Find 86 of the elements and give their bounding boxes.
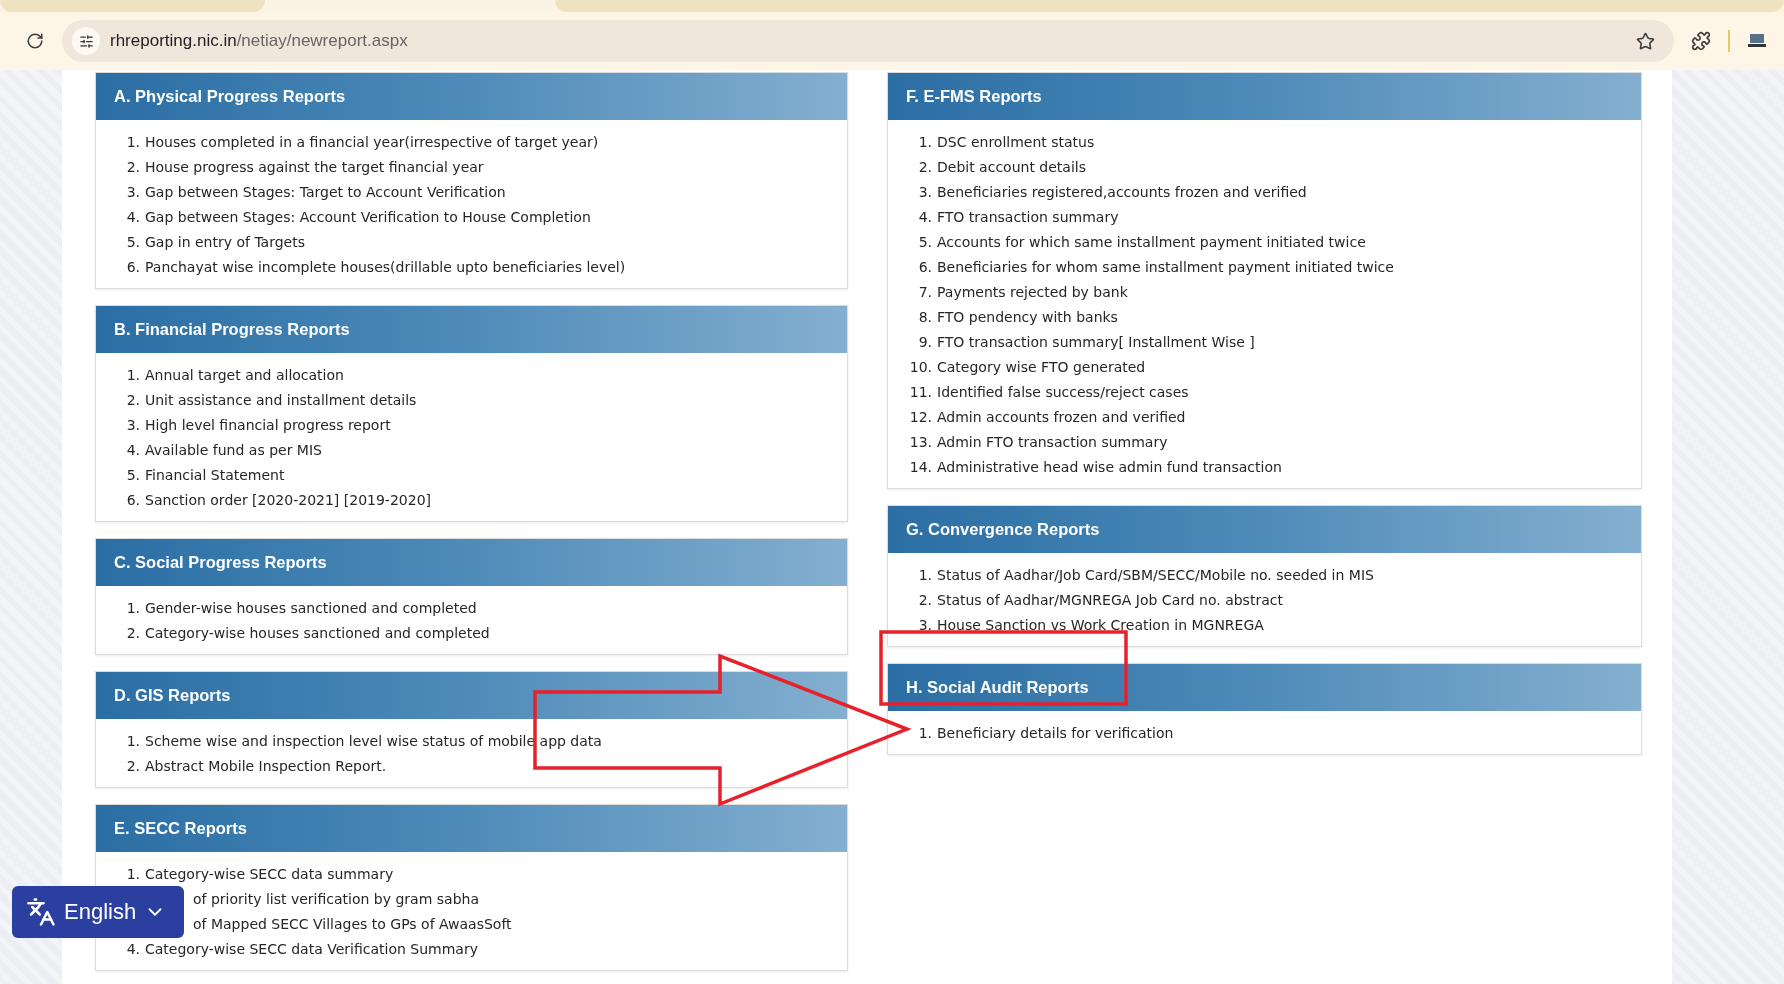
- report-link[interactable]: Accounts for which same installment payment initiated twice: [937, 233, 1366, 250]
- section-header: B. Financial Progress Reports: [96, 306, 847, 353]
- report-link[interactable]: FTO transaction summary[ Installment Wise ]: [937, 333, 1255, 350]
- item-number: 5.: [125, 233, 141, 250]
- item-number: 9.: [917, 333, 933, 350]
- item-number: 8.: [917, 308, 933, 325]
- report-link[interactable]: Status of Aadhar/MGNREGA Job Card no. abstract: [937, 591, 1283, 608]
- item-number: 6.: [917, 258, 933, 275]
- report-link[interactable]: Gap between Stages: Account Verification to House Completion: [145, 208, 591, 225]
- report-link[interactable]: Beneficiary details for verification: [937, 724, 1174, 741]
- report-link[interactable]: Administrative head wise admin fund transaction: [937, 458, 1282, 475]
- report-link[interactable]: Admin accounts frozen and verified: [937, 408, 1186, 425]
- item-number: 2.: [125, 391, 141, 408]
- report-link[interactable]: Admin FTO transaction summary: [937, 433, 1168, 450]
- report-link[interactable]: Category wise FTO generated: [937, 358, 1146, 375]
- report-link[interactable]: Abstract Mobile Inspection Report.: [145, 757, 387, 774]
- item-number: 2.: [125, 158, 141, 175]
- report-link[interactable]: Status of Aadhar/Job Card/SBM/SECC/Mobile no. seeded in MIS: [937, 566, 1374, 583]
- item-number: 3.: [125, 416, 141, 433]
- report-link[interactable]: Unit assistance and installment details: [145, 391, 417, 408]
- report-link[interactable]: Sanction order [2020-2021] [2019-2020]: [145, 491, 431, 508]
- report-link[interactable]: House progress against the target financial year: [145, 158, 484, 175]
- report-link[interactable]: FTO pendency with banks: [937, 308, 1118, 325]
- section-header: A. Physical Progress Reports: [96, 73, 847, 120]
- item-number: 6.: [125, 491, 141, 508]
- section-header: F. E-FMS Reports: [888, 73, 1641, 120]
- item-number: 14.: [908, 458, 933, 475]
- address-bar[interactable]: rhreporting.nic.in/netiay/newreport.aspx: [62, 20, 1674, 62]
- report-link[interactable]: Available fund as per MIS: [145, 441, 322, 458]
- section-header: G. Convergence Reports: [888, 506, 1641, 553]
- report-link[interactable]: Gap in entry of Targets: [145, 233, 305, 250]
- item-number: 3.: [917, 183, 933, 200]
- language-button[interactable]: English: [12, 886, 184, 938]
- item-number: 4.: [917, 208, 933, 225]
- report-link[interactable]: High level financial progress report: [145, 416, 391, 433]
- report-link[interactable]: Beneficiaries registered,accounts frozen and verified: [937, 183, 1307, 200]
- translate-icon: [26, 897, 56, 927]
- report-link[interactable]: Category-wise SECC data Verification Summary: [145, 940, 478, 957]
- item-number: 11.: [908, 383, 933, 400]
- item-number: 1.: [917, 133, 933, 150]
- item-number: 4.: [125, 208, 141, 225]
- url-text: rhreporting.nic.in/netiay/newreport.aspx: [110, 31, 409, 51]
- section-header: C. Social Progress Reports: [96, 539, 847, 586]
- item-number: 3.: [125, 183, 141, 200]
- report-link[interactable]: Panchayat wise incomplete houses(drillable upto beneficiaries level): [145, 258, 626, 275]
- item-number: 6.: [125, 258, 141, 275]
- item-number: 1.: [125, 732, 141, 749]
- item-number: 1.: [125, 366, 141, 383]
- item-number: 13.: [908, 433, 933, 450]
- item-number: 4.: [125, 441, 141, 458]
- item-number: 1.: [125, 133, 141, 150]
- item-number: 1.: [125, 599, 141, 616]
- item-number: 10.: [908, 358, 933, 375]
- report-link[interactable]: Beneficiaries for whom same installment payment initiated twice: [937, 258, 1394, 275]
- item-number: 2.: [125, 624, 141, 641]
- section-header: D. GIS Reports: [96, 672, 847, 719]
- item-number: 2.: [125, 757, 141, 774]
- report-link[interactable]: Annual target and allocation: [145, 366, 344, 383]
- section-header: H. Social Audit Reports: [888, 664, 1641, 711]
- report-link[interactable]: of Mapped SECC Villages to GPs of AwaasSoft: [193, 915, 512, 932]
- report-link[interactable]: Financial Statement: [145, 466, 285, 483]
- item-number: 5.: [125, 466, 141, 483]
- item-number: 1.: [917, 566, 933, 583]
- item-number: 3.: [917, 616, 933, 633]
- site-settings-icon[interactable]: [72, 27, 100, 55]
- report-link[interactable]: House Sanction vs Work Creation in MGNREGA: [937, 616, 1264, 633]
- report-link[interactable]: Category-wise houses sanctioned and completed: [145, 624, 490, 641]
- report-link[interactable]: Gender-wise houses sanctioned and completed: [145, 599, 477, 616]
- item-number: 5.: [917, 233, 933, 250]
- item-number: 2.: [917, 158, 933, 175]
- section-header: E. SECC Reports: [96, 805, 847, 852]
- item-number: 12.: [908, 408, 933, 425]
- item-number: 1.: [917, 724, 933, 741]
- report-link[interactable]: of priority list verification by gram sabha: [193, 890, 479, 907]
- item-number: 2.: [917, 591, 933, 608]
- report-link[interactable]: Houses completed in a financial year(irrespective of target year): [145, 133, 599, 150]
- report-link[interactable]: FTO transaction summary: [937, 208, 1119, 225]
- report-link[interactable]: Identified false success/reject cases: [937, 383, 1189, 400]
- item-number: 7.: [917, 283, 933, 300]
- report-link[interactable]: DSC enrollment status: [937, 133, 1095, 150]
- item-number: 1.: [125, 865, 141, 882]
- report-link[interactable]: Payments rejected by bank: [937, 283, 1128, 300]
- report-link[interactable]: Category-wise SECC data summary: [145, 865, 394, 882]
- report-link[interactable]: Debit account details: [937, 158, 1086, 175]
- item-number: 4.: [125, 940, 141, 957]
- report-link[interactable]: Gap between Stages: Target to Account Verification: [145, 183, 506, 200]
